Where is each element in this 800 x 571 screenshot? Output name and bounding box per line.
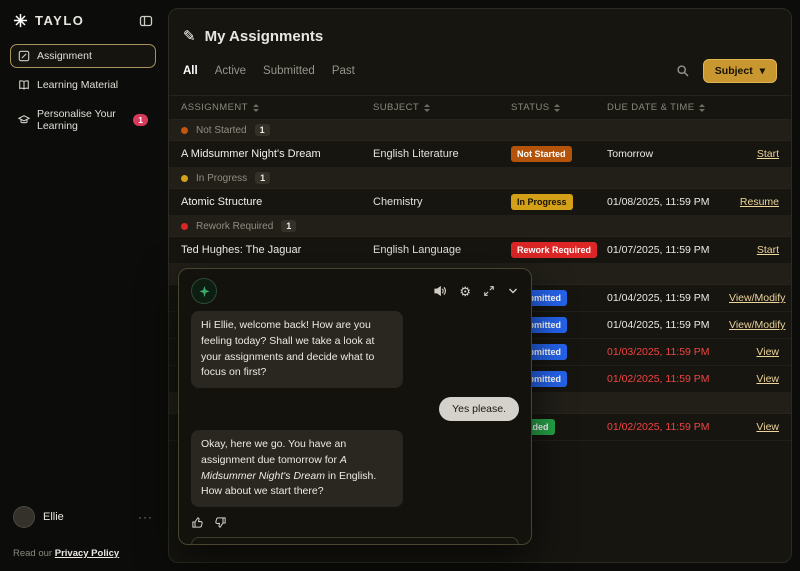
group-row-in-progress[interactable]: In Progress 1 — [169, 168, 791, 189]
chevron-down-icon: ▾ — [759, 65, 765, 77]
column-header-subject[interactable]: SUBJECT — [373, 102, 511, 113]
user-avatar — [13, 506, 35, 528]
view-link[interactable]: View — [756, 421, 779, 433]
sidebar-collapse-icon[interactable] — [139, 14, 153, 28]
user-profile[interactable]: Ellie ··· — [10, 506, 156, 528]
tab-active[interactable]: Active — [215, 65, 246, 77]
sidebar-item-learning-material[interactable]: Learning Material — [10, 73, 156, 97]
sidebar-item-assignment[interactable]: Assignment — [10, 44, 156, 68]
user-message: Yes please. — [439, 397, 519, 421]
status-badge: Not Started — [511, 146, 572, 162]
tab-past[interactable]: Past — [332, 65, 355, 77]
group-row-rework-required[interactable]: Rework Required 1 — [169, 216, 791, 237]
bot-message: Hi Ellie, welcome back! How are you feel… — [191, 311, 403, 388]
start-link[interactable]: Start — [757, 244, 779, 256]
chevron-down-icon[interactable] — [507, 285, 519, 297]
app-title: TAYLO — [35, 13, 85, 28]
search-icon[interactable] — [676, 64, 690, 78]
status-badge: In Progress — [511, 194, 573, 210]
resume-link[interactable]: Resume — [740, 196, 779, 208]
privacy-policy-link[interactable]: Privacy Policy — [55, 548, 119, 559]
group-label: Not Started — [196, 124, 247, 136]
sidebar-item-personalise[interactable]: Personalise Your Learning 1 — [10, 102, 156, 138]
tabs-bar: All Active Submitted Past Subject ▾ — [169, 59, 791, 95]
due-date-cell: 01/03/2025, 11:59 PM — [607, 346, 710, 358]
table-row[interactable]: Atomic Structure Chemistry In Progress 0… — [169, 189, 791, 216]
due-date-cell: 01/04/2025, 11:59 PM — [607, 319, 710, 331]
user-name: Ellie — [43, 511, 64, 523]
notification-badge: 1 — [133, 114, 148, 126]
group-label: In Progress — [196, 172, 248, 184]
sort-arrows-icon — [252, 103, 259, 112]
app-window: TAYLO Assignment Learning Material Perso… — [0, 0, 800, 571]
subject-filter-label: Subject — [714, 65, 753, 77]
due-date-cell: 01/04/2025, 11:59 PM — [607, 292, 710, 304]
sidebar-nav: Assignment Learning Material Personalise… — [10, 44, 156, 138]
user-menu-ellipsis-icon[interactable]: ··· — [138, 510, 153, 524]
assignment-name: A Midsummer Night's Dream — [181, 148, 321, 160]
assignment-name: Ted Hughes: The Jaguar — [181, 244, 302, 256]
sort-arrows-icon — [554, 103, 561, 112]
view-modify-link[interactable]: View/Modify — [729, 292, 785, 304]
table-row[interactable]: A Midsummer Night's Dream English Litera… — [169, 141, 791, 168]
thumbs-up-icon[interactable] — [191, 516, 204, 529]
due-date-cell: 01/02/2025, 11:59 PM — [607, 421, 710, 433]
expand-icon[interactable] — [483, 285, 495, 297]
column-header-assignment[interactable]: ASSIGNMENT — [181, 102, 373, 113]
settings-gear-icon[interactable]: ⚙ — [459, 285, 471, 298]
group-count: 1 — [281, 220, 297, 232]
volume-icon[interactable] — [433, 284, 447, 298]
status-dot — [181, 174, 188, 182]
due-date-cell: Tomorrow — [607, 148, 654, 160]
pencil-square-icon — [18, 50, 30, 62]
status-dot — [181, 222, 188, 230]
sidebar-item-label: Personalise Your Learning — [37, 108, 116, 132]
start-link[interactable]: Start — [757, 148, 779, 160]
subject-cell: English Literature — [373, 148, 459, 160]
column-header-status[interactable]: STATUS — [511, 102, 607, 113]
pencil-icon: ✎ — [183, 28, 196, 45]
view-link[interactable]: View — [756, 373, 779, 385]
subject-cell: Chemistry — [373, 196, 423, 208]
taylo-bot-avatar — [191, 278, 217, 304]
status-dot — [181, 126, 188, 134]
privacy-footer: Read our Privacy Policy — [10, 548, 156, 559]
column-header-due[interactable]: DUE DATE & TIME — [607, 102, 729, 113]
graduation-cap-icon — [18, 114, 30, 126]
privacy-prefix: Read our — [13, 548, 55, 559]
tab-submitted[interactable]: Submitted — [263, 65, 315, 77]
tab-all[interactable]: All — [183, 65, 198, 77]
chat-messages: Hi Ellie, welcome back! How are you feel… — [191, 311, 519, 537]
subject-cell: English Language — [373, 244, 462, 256]
taylo-chat-panel: ⚙ Hi Ellie, welcome back! How are you fe… — [178, 268, 532, 545]
sidebar-item-label: Assignment — [37, 50, 92, 62]
status-badge: Rework Required — [511, 242, 598, 258]
group-label: Rework Required — [196, 220, 274, 232]
table-row[interactable]: Ted Hughes: The Jaguar English Language … — [169, 237, 791, 264]
subject-filter-button[interactable]: Subject ▾ — [702, 59, 777, 83]
app-logo: TAYLO — [13, 13, 84, 28]
group-count: 1 — [255, 172, 271, 184]
due-date-cell: 01/02/2025, 11:59 PM — [607, 373, 710, 385]
chat-composer: ↑ — [191, 537, 519, 544]
page-title: My Assignments — [204, 27, 324, 45]
assignment-name: Atomic Structure — [181, 196, 263, 208]
group-row-not-started[interactable]: Not Started 1 — [169, 120, 791, 141]
starburst-logo-icon — [13, 13, 28, 28]
sort-arrows-icon — [424, 103, 431, 112]
sidebar-item-label: Learning Material — [37, 79, 119, 91]
sort-arrows-icon — [699, 103, 706, 112]
thumbs-down-icon[interactable] — [214, 516, 227, 529]
group-count: 1 — [254, 124, 270, 136]
view-link[interactable]: View — [756, 346, 779, 358]
bot-message: Okay, here we go. You have an assignment… — [191, 430, 403, 507]
view-modify-link[interactable]: View/Modify — [729, 319, 785, 331]
due-date-cell: 01/07/2025, 11:59 PM — [607, 244, 710, 256]
book-icon — [18, 79, 30, 91]
sidebar: TAYLO Assignment Learning Material Perso… — [0, 0, 166, 571]
table-header-row: ASSIGNMENT SUBJECT STATUS DUE DATE & TIM… — [169, 95, 791, 120]
due-date-cell: 01/08/2025, 11:59 PM — [607, 196, 710, 208]
